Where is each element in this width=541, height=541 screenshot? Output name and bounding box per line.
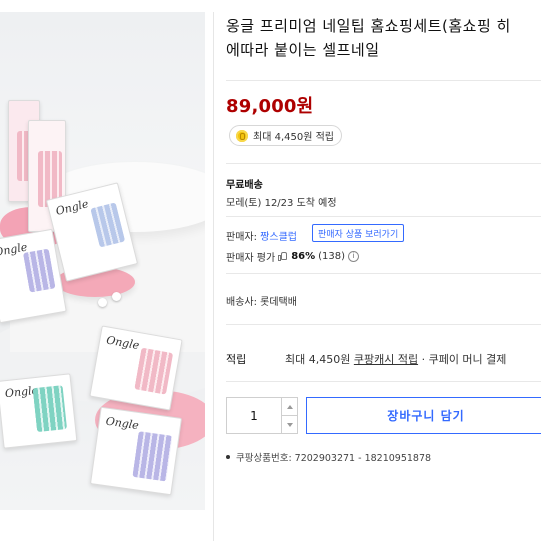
nail-box: Ongle	[89, 406, 183, 496]
nail-tips	[32, 385, 68, 433]
coupang-cash-link[interactable]: 쿠팡캐시 적립	[354, 353, 418, 366]
shipping-type: 무료배송	[226, 180, 263, 191]
product-number-text: 쿠팡상품번호: 7202903271 - 18210951878	[236, 453, 432, 464]
divider	[226, 216, 541, 217]
add-to-cart-button[interactable]: 장바구니 담기	[306, 397, 541, 434]
thumbs-up-icon	[278, 252, 288, 261]
chevron-down-icon	[286, 422, 293, 427]
coin-icon	[236, 129, 248, 142]
seller-name-link[interactable]: 짱스클럽	[260, 232, 297, 243]
reward-badge: 최대 4,450원 적립	[229, 125, 342, 146]
bullet-icon	[226, 455, 230, 459]
seller-row: 판매자: 짱스클럽	[226, 228, 297, 243]
quantity-input[interactable]	[227, 398, 281, 433]
chevron-up-icon	[286, 404, 293, 409]
nail-tips	[22, 248, 56, 293]
points-label: 적립	[226, 353, 247, 366]
brand-logo: Ongle	[105, 333, 141, 353]
divider	[226, 163, 541, 164]
divider	[226, 324, 541, 325]
nail-tips	[132, 431, 173, 482]
divider	[226, 381, 541, 382]
seller-rating-count: (138)	[318, 251, 346, 262]
product-image[interactable]: Ongle Ongle Ongle Ongle Ongle	[0, 12, 205, 510]
seller-products-button[interactable]: 판매자 상품 보러가기	[312, 224, 405, 242]
coupay-money-text: 쿠페이 머니 결제	[428, 353, 507, 366]
arrival-date: 모레(토) 12/23 도착 예정	[226, 198, 337, 209]
points-separator: ·	[421, 353, 426, 366]
decor-ball	[112, 292, 121, 301]
seller-rating-label: 판매자 평가	[226, 253, 276, 264]
info-icon[interactable]: i	[348, 251, 360, 262]
delivery-carrier: 배송사: 롯데택배	[226, 297, 297, 308]
decor-ball	[98, 298, 107, 307]
divider	[226, 273, 541, 274]
panel-divider	[213, 12, 214, 541]
seller-label: 판매자:	[226, 232, 257, 243]
quantity-stepper	[226, 397, 298, 434]
points-max: 최대 4,450원	[285, 353, 351, 366]
seller-rating-percent: 86%	[291, 251, 316, 262]
nail-box: Ongle	[0, 373, 78, 449]
reward-badge-text: 최대 4,450원 적립	[253, 132, 334, 143]
quantity-decrease-button[interactable]	[282, 416, 297, 433]
seller-rating: 판매자 평가 86% (138) i	[226, 249, 360, 264]
product-price: 89,000원	[226, 96, 314, 117]
divider	[226, 80, 541, 81]
nail-box: Ongle	[89, 325, 183, 411]
nail-tips	[134, 347, 174, 395]
quantity-increase-button[interactable]	[282, 398, 297, 416]
nail-tips	[90, 202, 126, 248]
product-number: 쿠팡상품번호: 7202903271 - 18210951878	[226, 450, 431, 464]
quantity-arrows	[281, 398, 297, 433]
points-detail: 최대 4,450원 쿠팡캐시 적립 · 쿠페이 머니 결제	[285, 351, 506, 367]
brand-logo: Ongle	[104, 414, 140, 433]
product-title-line: 옹글 프리미엄 네일팁 홈쇼핑세트(홈쇼핑 히	[226, 17, 511, 35]
product-title: 옹글 프리미엄 네일팁 홈쇼핑세트(홈쇼핑 히 에따라 붙이는 셀프네일	[226, 14, 541, 62]
product-title-line: 에따라 붙이는 셀프네일	[226, 41, 380, 59]
brand-logo: Ongle	[54, 197, 90, 218]
